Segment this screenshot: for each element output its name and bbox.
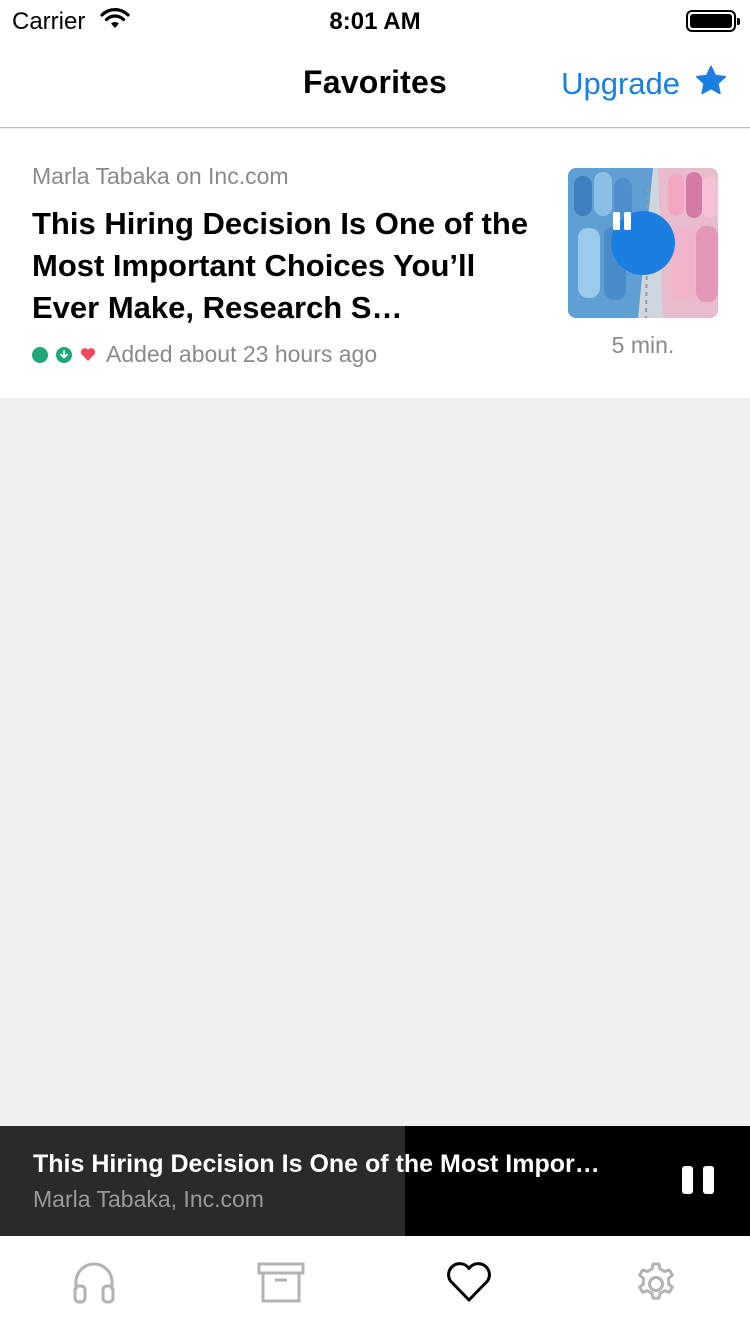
nav-bar: Favorites Upgrade: [0, 40, 750, 128]
tab-listen[interactable]: [0, 1236, 188, 1334]
tab-bar: [0, 1236, 750, 1334]
pause-bar-right: [703, 1166, 714, 1194]
upgrade-button[interactable]: Upgrade: [561, 64, 728, 103]
upgrade-label: Upgrade: [561, 65, 680, 101]
downloaded-icon: [56, 346, 72, 363]
article-meta: Added about 23 hours ago: [32, 341, 377, 368]
empty-list-area: [0, 398, 750, 1126]
battery-icon: [686, 10, 740, 32]
article-source: Marla Tabaka on Inc.com: [32, 163, 289, 189]
added-timestamp: Added about 23 hours ago: [106, 341, 378, 367]
favorite-heart-icon: [80, 347, 96, 362]
article-thumbnail[interactable]: [568, 168, 718, 318]
tab-settings[interactable]: [563, 1236, 750, 1334]
mini-pause-button[interactable]: [682, 1166, 714, 1196]
play-pause-button[interactable]: [611, 211, 675, 275]
archive-box-icon: [257, 1262, 305, 1303]
tab-archive[interactable]: [188, 1236, 376, 1334]
playback-progress: [0, 1126, 405, 1236]
headphones-icon: [73, 1262, 115, 1304]
gear-icon: [638, 1262, 675, 1300]
star-icon: [694, 64, 728, 103]
article-duration: 5 min.: [611, 332, 675, 358]
mini-player[interactable]: This Hiring Decision Is One of the Most …: [0, 1126, 750, 1236]
tab-favorites[interactable]: [375, 1236, 563, 1334]
article-title[interactable]: This Hiring Decision Is One of the Most …: [32, 203, 532, 329]
status-bar: Carrier 8:01 AM: [0, 0, 750, 40]
article-card[interactable]: Marla Tabaka on Inc.com This Hiring Deci…: [0, 129, 750, 398]
pause-bar-left: [682, 1166, 693, 1194]
unread-dot-icon: [32, 346, 48, 363]
mini-player-title: This Hiring Decision Is One of the Most …: [33, 1150, 600, 1178]
mini-player-subtitle: Marla Tabaka, Inc.com: [33, 1186, 264, 1212]
clock: 8:01 AM: [329, 8, 421, 35]
pause-icon: [613, 212, 631, 230]
heart-icon: [446, 1262, 491, 1302]
